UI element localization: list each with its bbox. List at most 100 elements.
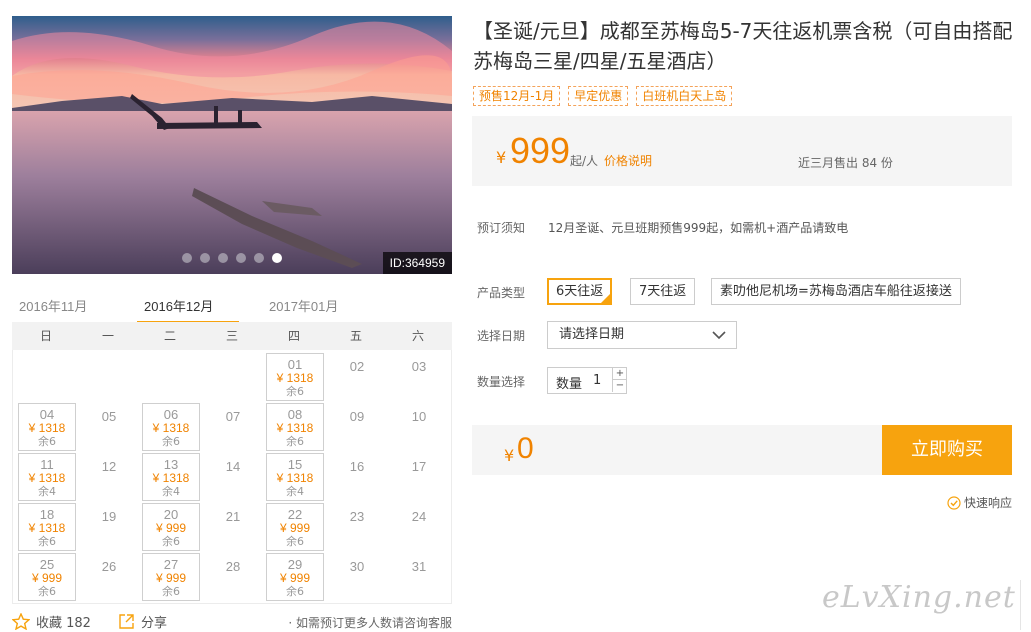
day-number: 19 [101,509,117,524]
day-remaining: 余6 [286,385,304,398]
day-number: 02 [349,359,365,374]
calendar-day: 26 [80,553,138,601]
price-panel: ¥ 999 起/人 价格说明 近三月售出 84 份 [472,116,1012,186]
group-booking-note: · 如需预订更多人数请咨询客服 [288,616,452,630]
day-number: 04 [39,407,55,422]
calendar-day-available[interactable]: 06 ¥ 1318 余6 [142,403,200,451]
day-number: 03 [411,359,427,374]
notice-text: 12月圣诞、元旦班期预售999起，如需机+酒产品请致电 [548,221,849,235]
day-number: 01 [287,357,303,372]
day-remaining: 余6 [286,435,304,448]
calendar-day: 28 [204,553,262,601]
price-currency: ¥ [496,148,507,167]
carousel-dot[interactable] [272,253,282,263]
day-price: ¥ 1318 [28,471,66,485]
calendar-day-available[interactable]: 15 ¥ 1318 余4 [266,453,324,501]
calendar-day-available[interactable]: 11 ¥ 1318 余4 [18,453,76,501]
calendar-day: 17 [390,453,448,501]
day-number: 24 [411,509,427,524]
day-remaining: 余6 [38,535,56,548]
calendar-day: 23 [328,503,386,551]
option-transfer[interactable]: 素叻他尼机场=苏梅岛酒店车船往返接送 [711,278,961,305]
quantity-minus-button[interactable]: − [612,380,627,392]
calendar-day: 31 [390,553,448,601]
divider [1020,580,1021,630]
weekday-label: 一 [101,329,114,343]
day-number: 15 [287,457,303,472]
day-remaining: 余6 [286,535,304,548]
day-number: 09 [349,409,365,424]
product-hero-image[interactable]: ID:364959 [12,16,452,274]
share-button[interactable]: 分享 [118,612,167,631]
day-price: ¥ 999 [31,571,63,585]
day-number: 22 [287,507,303,522]
option-transfer-label: 素叻他尼机场=苏梅岛酒店车船往返接送 [720,284,952,299]
day-remaining: 余4 [162,485,180,498]
tag-early-discount: 早定优惠 [568,86,629,106]
day-number: 06 [163,407,179,422]
day-remaining: 余4 [38,485,56,498]
day-price: ¥ 1318 [276,421,314,435]
calendar-day-available[interactable]: 13 ¥ 1318 余4 [142,453,200,501]
total-price-panel: ¥ 0 [472,425,882,475]
quantity-label: 数量选择 [477,375,526,389]
day-number: 31 [411,559,427,574]
calendar-day-available[interactable]: 25 ¥ 999 余6 [18,553,76,601]
tab-month-current[interactable]: 2016年12月 [144,296,213,315]
day-number: 27 [163,557,179,572]
day-number: 16 [349,459,365,474]
carousel-dot[interactable] [182,253,192,263]
favorite-button[interactable]: 收藏 182 [12,612,91,631]
selected-corner-mark [601,294,611,303]
option-6-day[interactable]: 6天往返 [547,278,613,305]
carousel-dot[interactable] [200,253,210,263]
day-remaining: 余6 [162,435,180,448]
tab-month-next[interactable]: 2017年01月 [269,296,338,315]
calendar-day: 03 [390,353,448,401]
calendar-day-available[interactable]: 22 ¥ 999 余6 [266,503,324,551]
product-type-label: 产品类型 [477,286,526,300]
weekday-label: 四 [287,329,300,343]
date-select-value: 请选择日期 [559,327,625,342]
check-circle-icon [947,495,961,510]
carousel-dot[interactable] [218,253,228,263]
day-number: 14 [225,459,241,474]
option-7-day[interactable]: 7天往返 [630,278,696,305]
tab-month-prev[interactable]: 2016年11月 [19,296,87,315]
calendar-day: 24 [390,503,448,551]
chevron-down-icon [712,331,726,340]
calendar-day: 19 [80,503,138,551]
option-6-day-label: 6天往返 [556,284,604,299]
quantity-plus-button[interactable]: + [612,368,627,380]
calendar-day: 16 [328,453,386,501]
day-price: ¥ 1318 [28,421,66,435]
carousel-dot[interactable] [254,253,264,263]
day-price: ¥ 1318 [276,471,314,485]
calendar-day-available[interactable]: 04 ¥ 1318 余6 [18,403,76,451]
calendar-day-available[interactable]: 01 ¥ 1318 余6 [266,353,324,401]
carousel-dot[interactable] [236,253,246,263]
weekday-label: 三 [225,329,238,343]
calendar-day: 10 [390,403,448,451]
calendar-day-available[interactable]: 27 ¥ 999 余6 [142,553,200,601]
calendar-day-available[interactable]: 08 ¥ 1318 余6 [266,403,324,451]
sold-count: 近三月售出 84 份 [798,156,893,170]
day-number: 17 [411,459,427,474]
calendar-day-available[interactable]: 29 ¥ 999 余6 [266,553,324,601]
quantity-value[interactable]: 1 [593,373,601,388]
day-number: 20 [163,507,179,522]
image-id-badge: ID:364959 [382,252,452,274]
buy-now-button[interactable]: 立即购买 [882,425,1012,475]
calendar-day-available[interactable]: 20 ¥ 999 余6 [142,503,200,551]
price-explain-link[interactable]: 价格说明 [604,152,652,169]
date-select[interactable]: 请选择日期 [547,321,737,349]
calendar-day-available[interactable]: 18 ¥ 1318 余6 [18,503,76,551]
day-remaining: 余6 [162,585,180,598]
day-price: ¥ 999 [155,521,187,535]
total-amount: 0 [517,432,534,465]
sunset-seascape-image [12,16,452,274]
notice-label: 预订须知 [477,221,526,235]
day-number: 08 [287,407,303,422]
quantity-inner-label: 数量 [556,377,583,392]
day-number: 30 [349,559,365,574]
